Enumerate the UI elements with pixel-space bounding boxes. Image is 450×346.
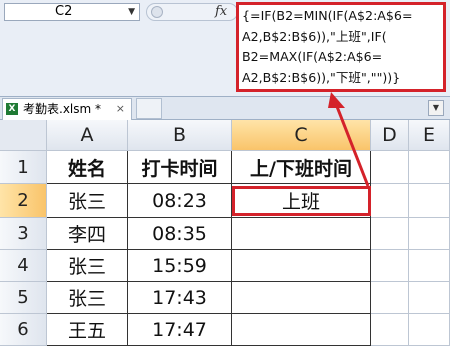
annotation-arrow-icon	[328, 92, 370, 187]
